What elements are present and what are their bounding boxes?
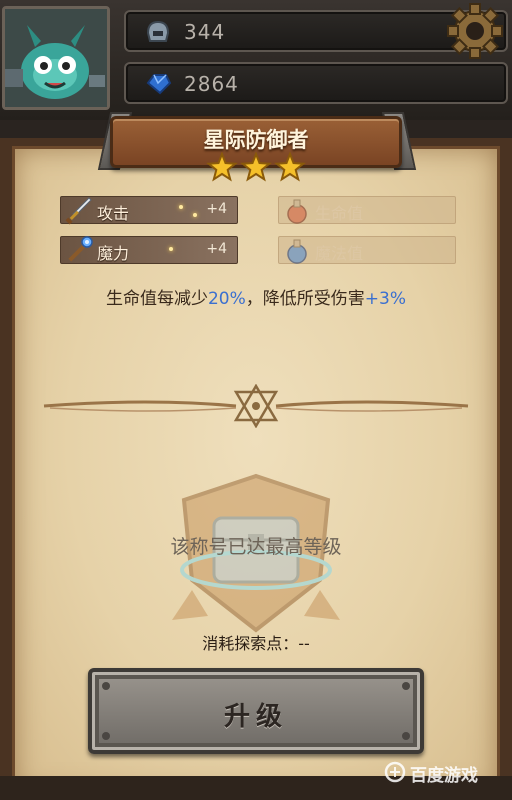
player-avatar[interactable] — [2, 6, 110, 110]
rivet — [402, 732, 410, 740]
stat-magic: 魔力 +4 — [60, 236, 238, 264]
stat-magic-value: +4 — [206, 241, 227, 257]
star-rating — [206, 152, 306, 182]
rivet — [402, 682, 410, 690]
resource-bar-gem: 2864 — [124, 62, 508, 104]
star-icon — [206, 152, 238, 182]
stat-hp: 生命值 — [278, 196, 456, 224]
watermark-text: 百度游戏 — [410, 766, 478, 786]
star-icon — [240, 152, 272, 182]
title-effect-description: 生命值每减少20%，降低所受伤害+3% — [0, 284, 512, 309]
star-icon — [274, 152, 306, 182]
gear-icon[interactable] — [446, 2, 504, 60]
gem-icon — [146, 74, 172, 95]
rivet — [102, 682, 110, 690]
stat-mp: 魔法值 — [278, 236, 456, 264]
sparkle — [179, 205, 183, 209]
stat-hp-label: 生命值 — [315, 204, 364, 223]
stat-attack-value: +4 — [206, 201, 227, 217]
helmet-icon — [146, 20, 170, 42]
exploration-cost: 消耗探索点：-- — [202, 634, 310, 653]
upgrade-button-label: 升级 — [223, 702, 288, 732]
effect-prefix: 生命值每减少 — [105, 289, 208, 309]
top-hud: 344 2864 — [0, 0, 512, 120]
helmet-count: 344 — [184, 20, 226, 44]
sword-icon — [65, 197, 92, 225]
stat-attack: 攻击 +4 — [60, 196, 238, 225]
stat-mp-label: 魔法值 — [315, 244, 364, 263]
effect-middle: ，降低所受伤害 — [245, 289, 365, 309]
max-level-notice: 该称号已达最高等级 — [170, 536, 342, 558]
baidu-games-watermark: 百度游戏 — [384, 758, 510, 786]
ornamental-divider — [43, 384, 469, 428]
red-potion-icon — [287, 199, 307, 224]
staff-icon — [68, 236, 93, 262]
gem-count: 2864 — [184, 72, 239, 96]
sparkle — [193, 213, 197, 217]
effect-amount: 20% — [207, 289, 246, 309]
effect-bonus: +3% — [364, 289, 406, 309]
watermark-logo-icon — [384, 761, 406, 783]
stat-magic-label: 魔力 — [97, 244, 130, 263]
stat-attack-label: 攻击 — [97, 204, 130, 223]
title-name: 星际防御者 — [203, 128, 309, 152]
sparkle — [169, 247, 173, 251]
rivet — [102, 732, 110, 740]
upgrade-button[interactable]: 升级 — [88, 668, 424, 754]
blue-potion-icon — [287, 239, 307, 264]
